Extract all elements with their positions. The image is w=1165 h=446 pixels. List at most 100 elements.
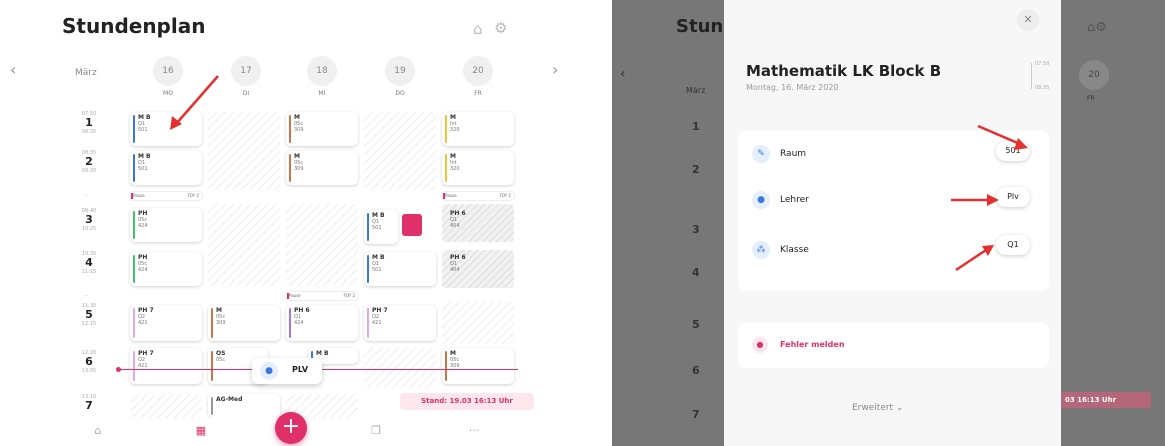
day-number[interactable]: 20 <box>1079 60 1109 90</box>
lesson-room: 424 <box>294 320 304 326</box>
prev-week-button[interactable]: ‹ <box>620 66 626 82</box>
lesson-card-mo-3[interactable]: PH 05c 424 <box>130 208 202 242</box>
info-label: Klasse <box>780 245 809 255</box>
lesson-card-do-3[interactable]: M B Q1 501 <box>364 210 398 244</box>
next-week-button[interactable]: › <box>552 60 558 79</box>
lesson-card-fr-3[interactable]: PH 6 Q1 404 <box>442 208 514 242</box>
day-number: 20 <box>463 56 493 86</box>
lesson-card-fr-1[interactable]: M Int 320 <box>442 112 514 146</box>
period-6: 6 <box>692 364 700 377</box>
report-error-button[interactable]: ● Fehler melden <box>738 323 1049 368</box>
conflict-badge[interactable] <box>402 214 422 236</box>
advanced-toggle[interactable]: Erweitert ⌄ <box>852 403 904 413</box>
last-updated-badge: Stand: 19.03 16:13 Uhr <box>400 393 534 410</box>
day-name: FR <box>474 90 482 97</box>
break-marker: - <box>85 192 88 199</box>
day-header-mi[interactable]: 18 MI <box>302 56 342 97</box>
lesson-room: 421 <box>138 320 148 326</box>
lesson-card-do-4[interactable]: M B Q1 501 <box>364 252 436 286</box>
lesson-card-mi-5[interactable]: PH 6 Q1 424 <box>286 305 358 341</box>
more-icon: ··· <box>468 424 480 437</box>
day-header-fr[interactable]: 20 FR <box>458 56 498 97</box>
day-name: DO <box>395 90 405 97</box>
backdrop-left[interactable]: Stun ‹ März 1 2 3 4 5 6 7 <box>612 0 724 446</box>
lesson-card-fr-2[interactable]: M Int 320 <box>442 151 514 185</box>
class-value[interactable]: Q1 <box>996 235 1030 255</box>
info-label: Lehrer <box>780 195 809 205</box>
lesson-room: 501 <box>372 267 382 273</box>
period-3: 3 <box>692 223 700 236</box>
copy-icon: ❐ <box>371 424 381 437</box>
lesson-card-mo-1[interactable]: M B Q1 501 <box>130 112 202 146</box>
period-4: 10:30 4 11:15 <box>81 251 97 275</box>
lesson-room: 501 <box>372 225 382 231</box>
close-icon: ✕ <box>1023 13 1033 26</box>
teacher-badge[interactable]: ● PLV <box>252 358 322 384</box>
free-slot <box>208 112 280 190</box>
backdrop-right[interactable]: ⌂⚙ 20 FR 03 16:13 Uhr <box>1061 0 1165 446</box>
lesson-subject: AG-Med <box>216 396 243 403</box>
day-header-mo[interactable]: 16 MO <box>148 56 188 97</box>
room-value[interactable]: 501 <box>996 141 1030 161</box>
tab-timetable[interactable]: ▦ <box>181 424 221 437</box>
lesson-room: 320 <box>450 166 460 172</box>
lesson-card-di-7[interactable]: AG-Med <box>208 394 280 418</box>
free-slot <box>364 348 436 388</box>
group-icon: ⁂ <box>752 241 770 259</box>
lesson-card-fr-4[interactable]: PH 6 Q1 404 <box>442 252 514 286</box>
lesson-room: 404 <box>450 223 460 229</box>
lesson-card-fr-6[interactable]: M 05c 309 <box>442 348 514 384</box>
pause-supervision-mi[interactable]: Pause FOY 2 <box>286 292 358 300</box>
day-name: DI <box>242 90 250 97</box>
page-title-partial: Stun <box>676 16 724 37</box>
lesson-room: 404 <box>450 267 460 273</box>
day-name: FR <box>1087 95 1095 102</box>
free-slot <box>130 394 202 418</box>
lesson-card-do-5[interactable]: PH 7 Q2 421 <box>364 305 436 341</box>
lesson-detail-screen: Stun ‹ März 1 2 3 4 5 6 7 ⌂⚙ 20 FR 03 16… <box>612 0 1165 446</box>
lesson-card-mo-4[interactable]: PH 05c 424 <box>130 252 202 286</box>
period-4: 4 <box>692 266 700 279</box>
pause-supervision-mo[interactable]: Pause FOY 2 <box>130 192 202 200</box>
time-divider <box>1031 63 1032 89</box>
lesson-card-di-5[interactable]: M 05c 309 <box>208 305 280 341</box>
day-header-di[interactable]: 17 DI <box>226 56 266 97</box>
lesson-room: 421 <box>372 320 382 326</box>
lesson-room: 501 <box>138 127 148 133</box>
advanced-label: Erweitert <box>852 403 894 413</box>
day-number: 16 <box>153 56 183 86</box>
lesson-card-mo-5[interactable]: PH 7 Q2 421 <box>130 305 202 341</box>
teacher-value[interactable]: Plv <box>996 187 1030 207</box>
close-button[interactable]: ✕ <box>1017 9 1039 31</box>
lesson-date: Montag, 16. März 2020 <box>746 83 839 92</box>
period-1: 1 <box>692 120 700 133</box>
tab-more[interactable]: ··· <box>454 424 494 437</box>
lesson-room: 424 <box>138 223 148 229</box>
tab-home[interactable]: ⌂ <box>78 424 118 437</box>
day-header-do[interactable]: 19 DO <box>380 56 420 97</box>
day-name: MI <box>318 90 326 97</box>
lesson-card-mi-2[interactable]: M 05c 309 <box>286 151 358 185</box>
info-label: Raum <box>780 149 807 159</box>
lesson-card-mo-6[interactable]: PH 7 Q2 421 <box>130 348 202 384</box>
lesson-room: 501 <box>138 166 148 172</box>
pause-supervision-fr[interactable]: Pause FOY 1 <box>442 192 514 200</box>
school-icon[interactable]: ⌂ <box>473 20 483 38</box>
settings-icons: ⌂⚙ <box>1087 20 1107 35</box>
day-number: 18 <box>307 56 337 86</box>
add-button[interactable]: + <box>275 412 307 444</box>
lesson-start-time: 07:50 <box>1035 61 1050 67</box>
brush-icon: ✎ <box>752 145 770 163</box>
lesson-room: 309 <box>294 127 304 133</box>
period-7: 13:10 7 <box>81 394 97 412</box>
prev-week-button[interactable]: ‹ <box>10 60 16 79</box>
lesson-end-time: 08:35 <box>1035 85 1050 91</box>
chat-icon: ● <box>752 337 768 353</box>
lesson-card-mo-2[interactable]: M B Q1 501 <box>130 151 202 185</box>
lesson-room: 309 <box>216 320 226 326</box>
gear-icon[interactable]: ⚙ <box>494 19 507 37</box>
lesson-card-mi-1[interactable]: M 05c 309 <box>286 112 358 146</box>
free-slot <box>286 204 358 286</box>
tab-substitution[interactable]: ❐ <box>356 424 396 437</box>
break-marker: - <box>85 292 88 299</box>
